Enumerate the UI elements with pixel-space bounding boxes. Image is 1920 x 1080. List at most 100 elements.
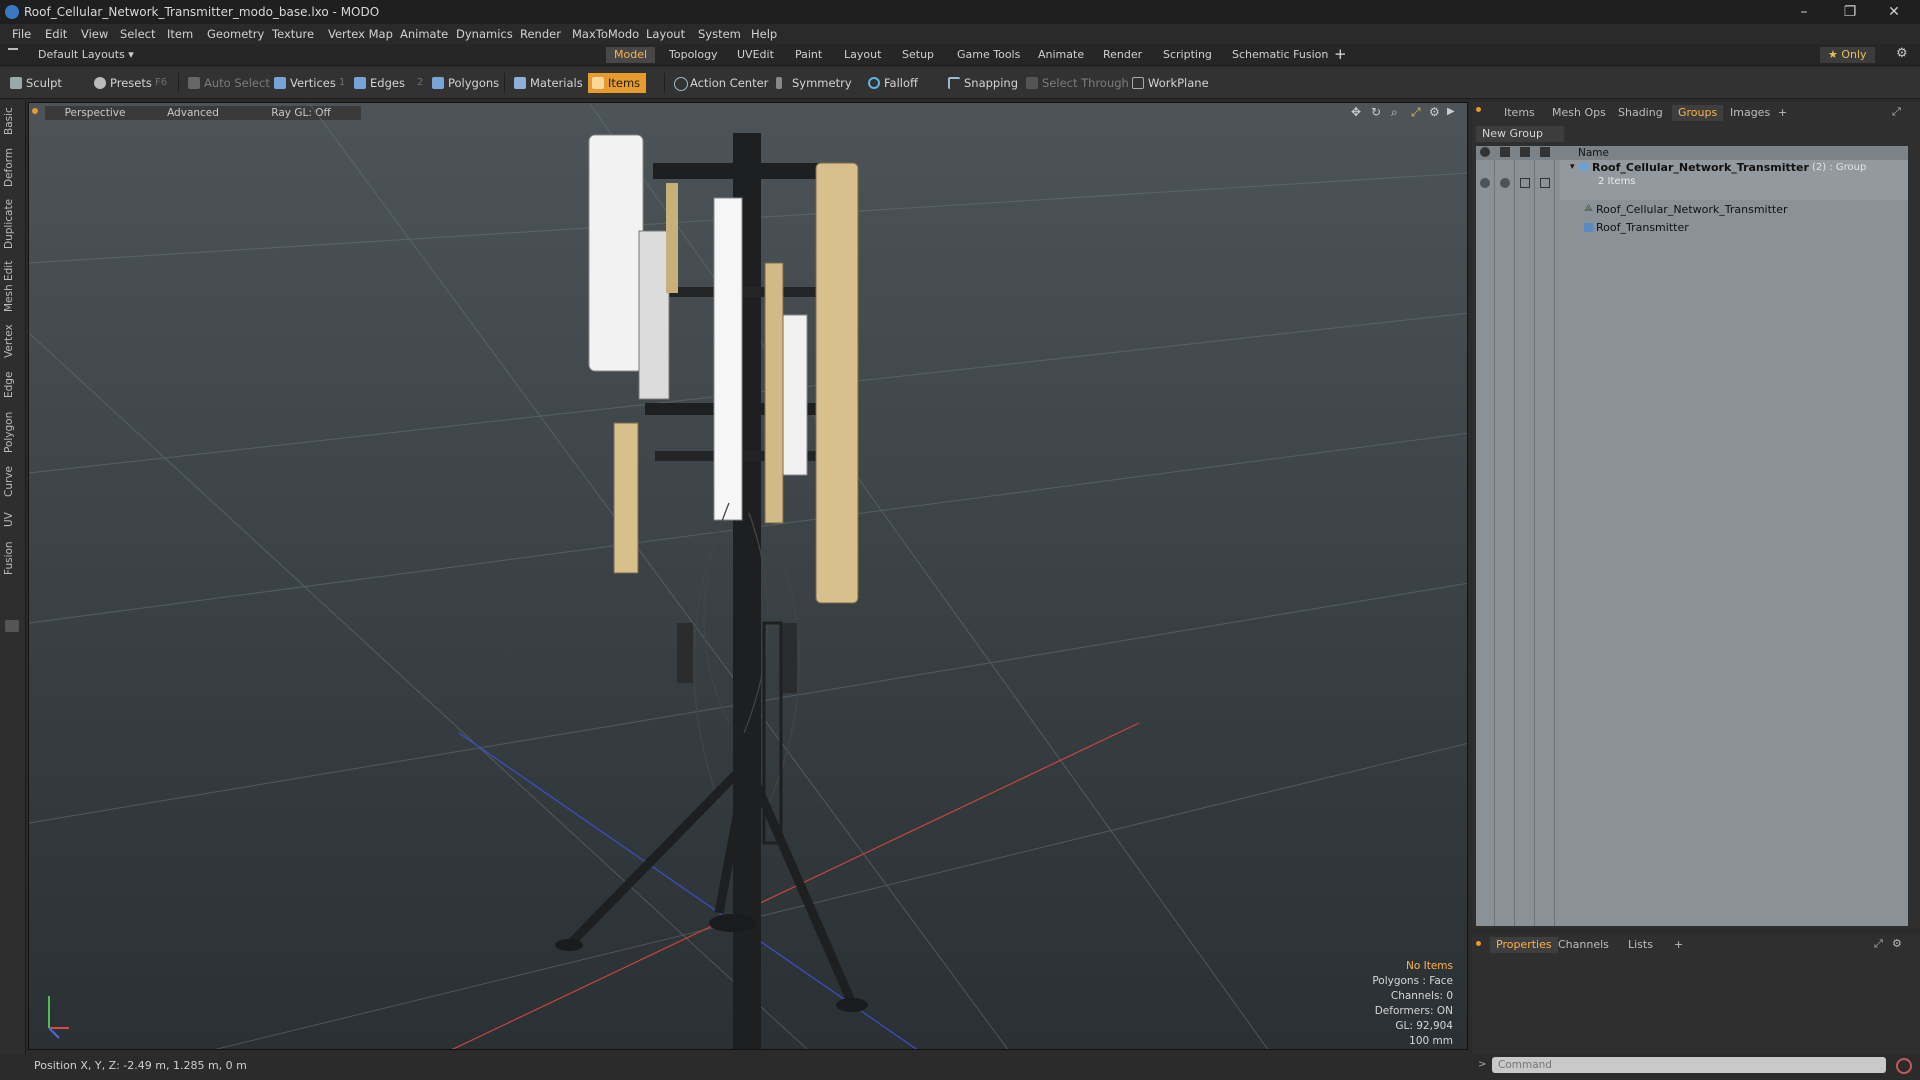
3d-viewport[interactable]: Perspective Advanced Ray GL: Off ✥ ↻ ⌕ ⤢… <box>28 102 1468 1050</box>
tab-render[interactable]: Render <box>1095 47 1150 63</box>
menu-file[interactable]: File <box>12 27 31 41</box>
auto-select-icon <box>188 77 200 89</box>
tab-shading[interactable]: Shading <box>1612 105 1669 121</box>
add-tab-icon[interactable]: + <box>1334 45 1347 63</box>
collapse-icon[interactable] <box>8 48 18 60</box>
list-header: Name <box>1476 146 1908 160</box>
props-expand-icon[interactable]: ⤢ <box>1874 937 1883 951</box>
menu-render[interactable]: Render <box>520 27 561 41</box>
sculpt-button[interactable]: Sculpt <box>6 73 68 93</box>
props-gear-icon[interactable]: ⚙ <box>1892 937 1902 950</box>
auto-select-button[interactable]: Auto Select <box>184 73 276 93</box>
snapping-button[interactable]: Snapping <box>944 73 1024 93</box>
layout-preset-dropdown[interactable]: Default Layouts ▾ <box>38 48 134 61</box>
menu-system[interactable]: System <box>698 27 741 41</box>
lock-toggle-icon[interactable] <box>1520 178 1530 188</box>
falloff-button[interactable]: Falloff <box>864 73 924 93</box>
tab-images[interactable]: Images <box>1724 105 1776 121</box>
table-row[interactable]: ▾ Roof_Cellular_Network_Transmitter (2) … <box>1560 160 1908 200</box>
menu-select[interactable]: Select <box>120 27 155 41</box>
tab-scripting[interactable]: Scripting <box>1155 47 1220 63</box>
tab-paint[interactable]: Paint <box>787 47 830 63</box>
tab-setup[interactable]: Setup <box>894 47 942 63</box>
scale-info: 100 mm <box>1409 1035 1453 1047</box>
command-bar: > <box>1472 1054 1920 1078</box>
vtab-fusion[interactable]: Fusion <box>3 538 23 578</box>
column-divider <box>1494 160 1495 926</box>
groups-list[interactable]: Name ▾ Roof_Cellular_Network_Transmitter… <box>1476 146 1908 926</box>
polygons-button[interactable]: Polygons <box>428 73 505 93</box>
menu-animate[interactable]: Animate <box>400 27 448 41</box>
tab-topology[interactable]: Topology <box>661 47 726 63</box>
tab-uvedit[interactable]: UVEdit <box>729 47 782 63</box>
panel-toggle-icon[interactable] <box>5 620 19 632</box>
vtab-curve[interactable]: Curve <box>3 462 23 502</box>
tab-schematic-fusion[interactable]: Schematic Fusion <box>1224 47 1336 63</box>
tab-model[interactable]: Model <box>606 47 656 63</box>
materials-button[interactable]: Materials <box>510 73 589 93</box>
tab-game-tools[interactable]: Game Tools <box>949 47 1028 63</box>
presets-button[interactable]: Presets <box>90 73 158 93</box>
vtab-duplicate[interactable]: Duplicate <box>3 196 23 252</box>
command-input[interactable] <box>1492 1057 1886 1073</box>
add-props-tab[interactable]: + <box>1668 937 1689 953</box>
tab-properties[interactable]: Properties <box>1490 937 1558 953</box>
minimize-icon[interactable]: – <box>1784 2 1824 22</box>
menu-geometry[interactable]: Geometry <box>207 27 264 41</box>
tab-mesh-ops[interactable]: Mesh Ops <box>1546 105 1612 121</box>
edges-button[interactable]: Edges <box>350 73 411 93</box>
add-panel-tab[interactable]: + <box>1772 105 1793 121</box>
lock-column-icon[interactable] <box>1520 147 1530 157</box>
menu-help[interactable]: Help <box>751 27 777 41</box>
list-item[interactable]: Roof_Transmitter <box>1560 220 1908 236</box>
list-item[interactable]: ⟁ Roof_Cellular_Network_Transmitter <box>1560 202 1908 218</box>
vtab-deform[interactable]: Deform <box>3 144 23 190</box>
vtab-vertex[interactable]: Vertex <box>3 320 23 362</box>
command-history-icon[interactable] <box>1896 1058 1912 1074</box>
tab-lists[interactable]: Lists <box>1622 937 1659 953</box>
select-toggle-icon[interactable] <box>1540 178 1550 188</box>
symmetry-button[interactable]: Symmetry <box>772 73 858 93</box>
menu-edit[interactable]: Edit <box>45 27 67 41</box>
vtab-uv[interactable]: UV <box>3 508 23 532</box>
title-bar: Roof_Cellular_Network_Transmitter_modo_b… <box>0 0 1920 24</box>
vtab-edge[interactable]: Edge <box>3 368 23 402</box>
select-through-button[interactable]: Select Through <box>1022 73 1135 93</box>
eye-icon[interactable] <box>1480 178 1490 188</box>
visibility-column-icon[interactable] <box>1480 147 1490 157</box>
menu-item[interactable]: Item <box>167 27 193 41</box>
new-group-button[interactable]: New Group <box>1476 126 1564 142</box>
vertices-button[interactable]: Vertices <box>270 73 342 93</box>
select-column-icon[interactable] <box>1540 147 1550 157</box>
mesh-item-icon: ⟁ <box>1584 203 1593 214</box>
vtab-mesh-edit[interactable]: Mesh Edit <box>3 258 23 314</box>
vertices-shortcut: 1 <box>339 77 346 88</box>
menu-vertex-map[interactable]: Vertex Map <box>328 27 393 41</box>
action-center-button[interactable]: Action Center <box>670 73 774 93</box>
render-column-icon[interactable] <box>1500 147 1510 157</box>
layout-bar: Default Layouts ▾ Model Topology UVEdit … <box>0 44 1920 66</box>
tab-animate[interactable]: Animate <box>1030 47 1092 63</box>
only-toggle[interactable]: ★ Only <box>1820 47 1875 63</box>
menu-texture[interactable]: Texture <box>272 27 314 41</box>
items-button[interactable]: Items <box>588 73 647 93</box>
gear-icon[interactable]: ⚙ <box>1896 46 1908 61</box>
tab-groups[interactable]: Groups <box>1672 105 1724 121</box>
menu-dynamics[interactable]: Dynamics <box>456 27 513 41</box>
tab-items[interactable]: Items <box>1498 105 1541 121</box>
expand-panel-icon[interactable]: ⤢ <box>1892 105 1901 119</box>
props-menu-icon[interactable] <box>1476 941 1481 946</box>
panel-menu-icon[interactable] <box>1476 107 1481 112</box>
vtab-basic[interactable]: Basic <box>3 104 23 138</box>
workplane-button[interactable]: WorkPlane <box>1128 73 1215 93</box>
expand-arrow-icon[interactable]: ▾ <box>1570 162 1575 172</box>
tab-channels[interactable]: Channels <box>1552 937 1615 953</box>
tab-layout[interactable]: Layout <box>836 47 889 63</box>
render-toggle-icon[interactable] <box>1500 178 1510 188</box>
close-icon[interactable]: ✕ <box>1874 2 1914 22</box>
vtab-polygon[interactable]: Polygon <box>3 408 23 456</box>
menu-maxtomodo[interactable]: MaxToModo <box>572 27 639 41</box>
menu-layout[interactable]: Layout <box>646 27 685 41</box>
menu-view[interactable]: View <box>81 27 108 41</box>
maximize-icon[interactable]: ❐ <box>1830 2 1870 22</box>
